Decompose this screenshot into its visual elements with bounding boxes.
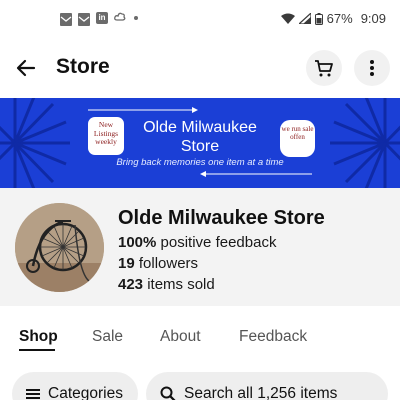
tab-about[interactable]: About (160, 328, 201, 346)
store-info-panel: Olde Milwaukee Store 100% positive feedb… (0, 188, 400, 306)
store-name: Olde Milwaukee Store (118, 207, 325, 229)
app-header: Store (0, 46, 400, 90)
active-tab-indicator (19, 349, 55, 351)
clock: 9:09 (360, 11, 386, 26)
tab-sale[interactable]: Sale (92, 328, 123, 346)
tab-shop[interactable]: Shop (19, 328, 58, 346)
dot-icon (134, 16, 138, 20)
cart-icon (315, 60, 333, 77)
tab-feedback[interactable]: Feedback (239, 328, 307, 346)
followers-value: 19 (118, 255, 135, 272)
signal-icon (298, 13, 311, 24)
followers-label: followers (134, 255, 199, 272)
store-tabs: Shop Sale About Feedback (0, 322, 400, 354)
mail-icon (78, 12, 90, 26)
sold-value: 423 (118, 276, 144, 293)
avatar[interactable] (15, 203, 104, 292)
badge-sale: we run sale offen (280, 120, 315, 157)
cloud-icon (114, 11, 126, 25)
search-icon (160, 386, 176, 400)
sold-label: items sold (143, 276, 215, 293)
more-vert-icon (370, 60, 374, 76)
items-sold-stat: 423 items sold (118, 276, 215, 293)
battery-icon (314, 12, 323, 25)
mail-icon (60, 12, 72, 26)
followers-stat[interactable]: 19 followers (118, 255, 198, 272)
store-search-button[interactable]: Search all 1,256 items (146, 372, 388, 400)
arrow-right-icon (88, 107, 198, 113)
search-label: Search all 1,256 items (184, 385, 338, 400)
system-status: 67% 9:09 (280, 11, 386, 26)
categories-button[interactable]: Categories (12, 372, 138, 400)
banner-tagline: Bring back memories one item at a time (116, 157, 284, 168)
positive-feedback-stat: 100% positive feedback (118, 234, 276, 251)
status-bar: in 67% 9:09 (0, 0, 400, 38)
back-arrow-icon (16, 59, 36, 77)
page-title: Store (56, 55, 110, 78)
more-options-button[interactable] (354, 50, 390, 86)
badge-new-listings: New Listings weekly (88, 117, 124, 155)
arrow-left-icon (200, 171, 312, 177)
categories-label: Categories (48, 385, 123, 400)
cart-button[interactable] (306, 50, 342, 86)
feedback-value: 100% (118, 234, 157, 251)
feedback-label: positive feedback (156, 234, 277, 251)
penny-farthing-bicycle-icon (15, 203, 104, 292)
store-banner: New Listings weekly Olde Milwaukee Store… (0, 98, 400, 188)
battery-level: 67% (326, 11, 353, 26)
notification-icons: in (60, 11, 138, 26)
banner-title: Olde Milwaukee Store (143, 119, 257, 155)
sunburst-right (330, 98, 400, 188)
linkedin-icon: in (96, 12, 108, 24)
back-button[interactable] (12, 54, 40, 82)
menu-icon (26, 389, 40, 399)
sunburst-left (0, 98, 70, 188)
wifi-icon (280, 13, 295, 24)
